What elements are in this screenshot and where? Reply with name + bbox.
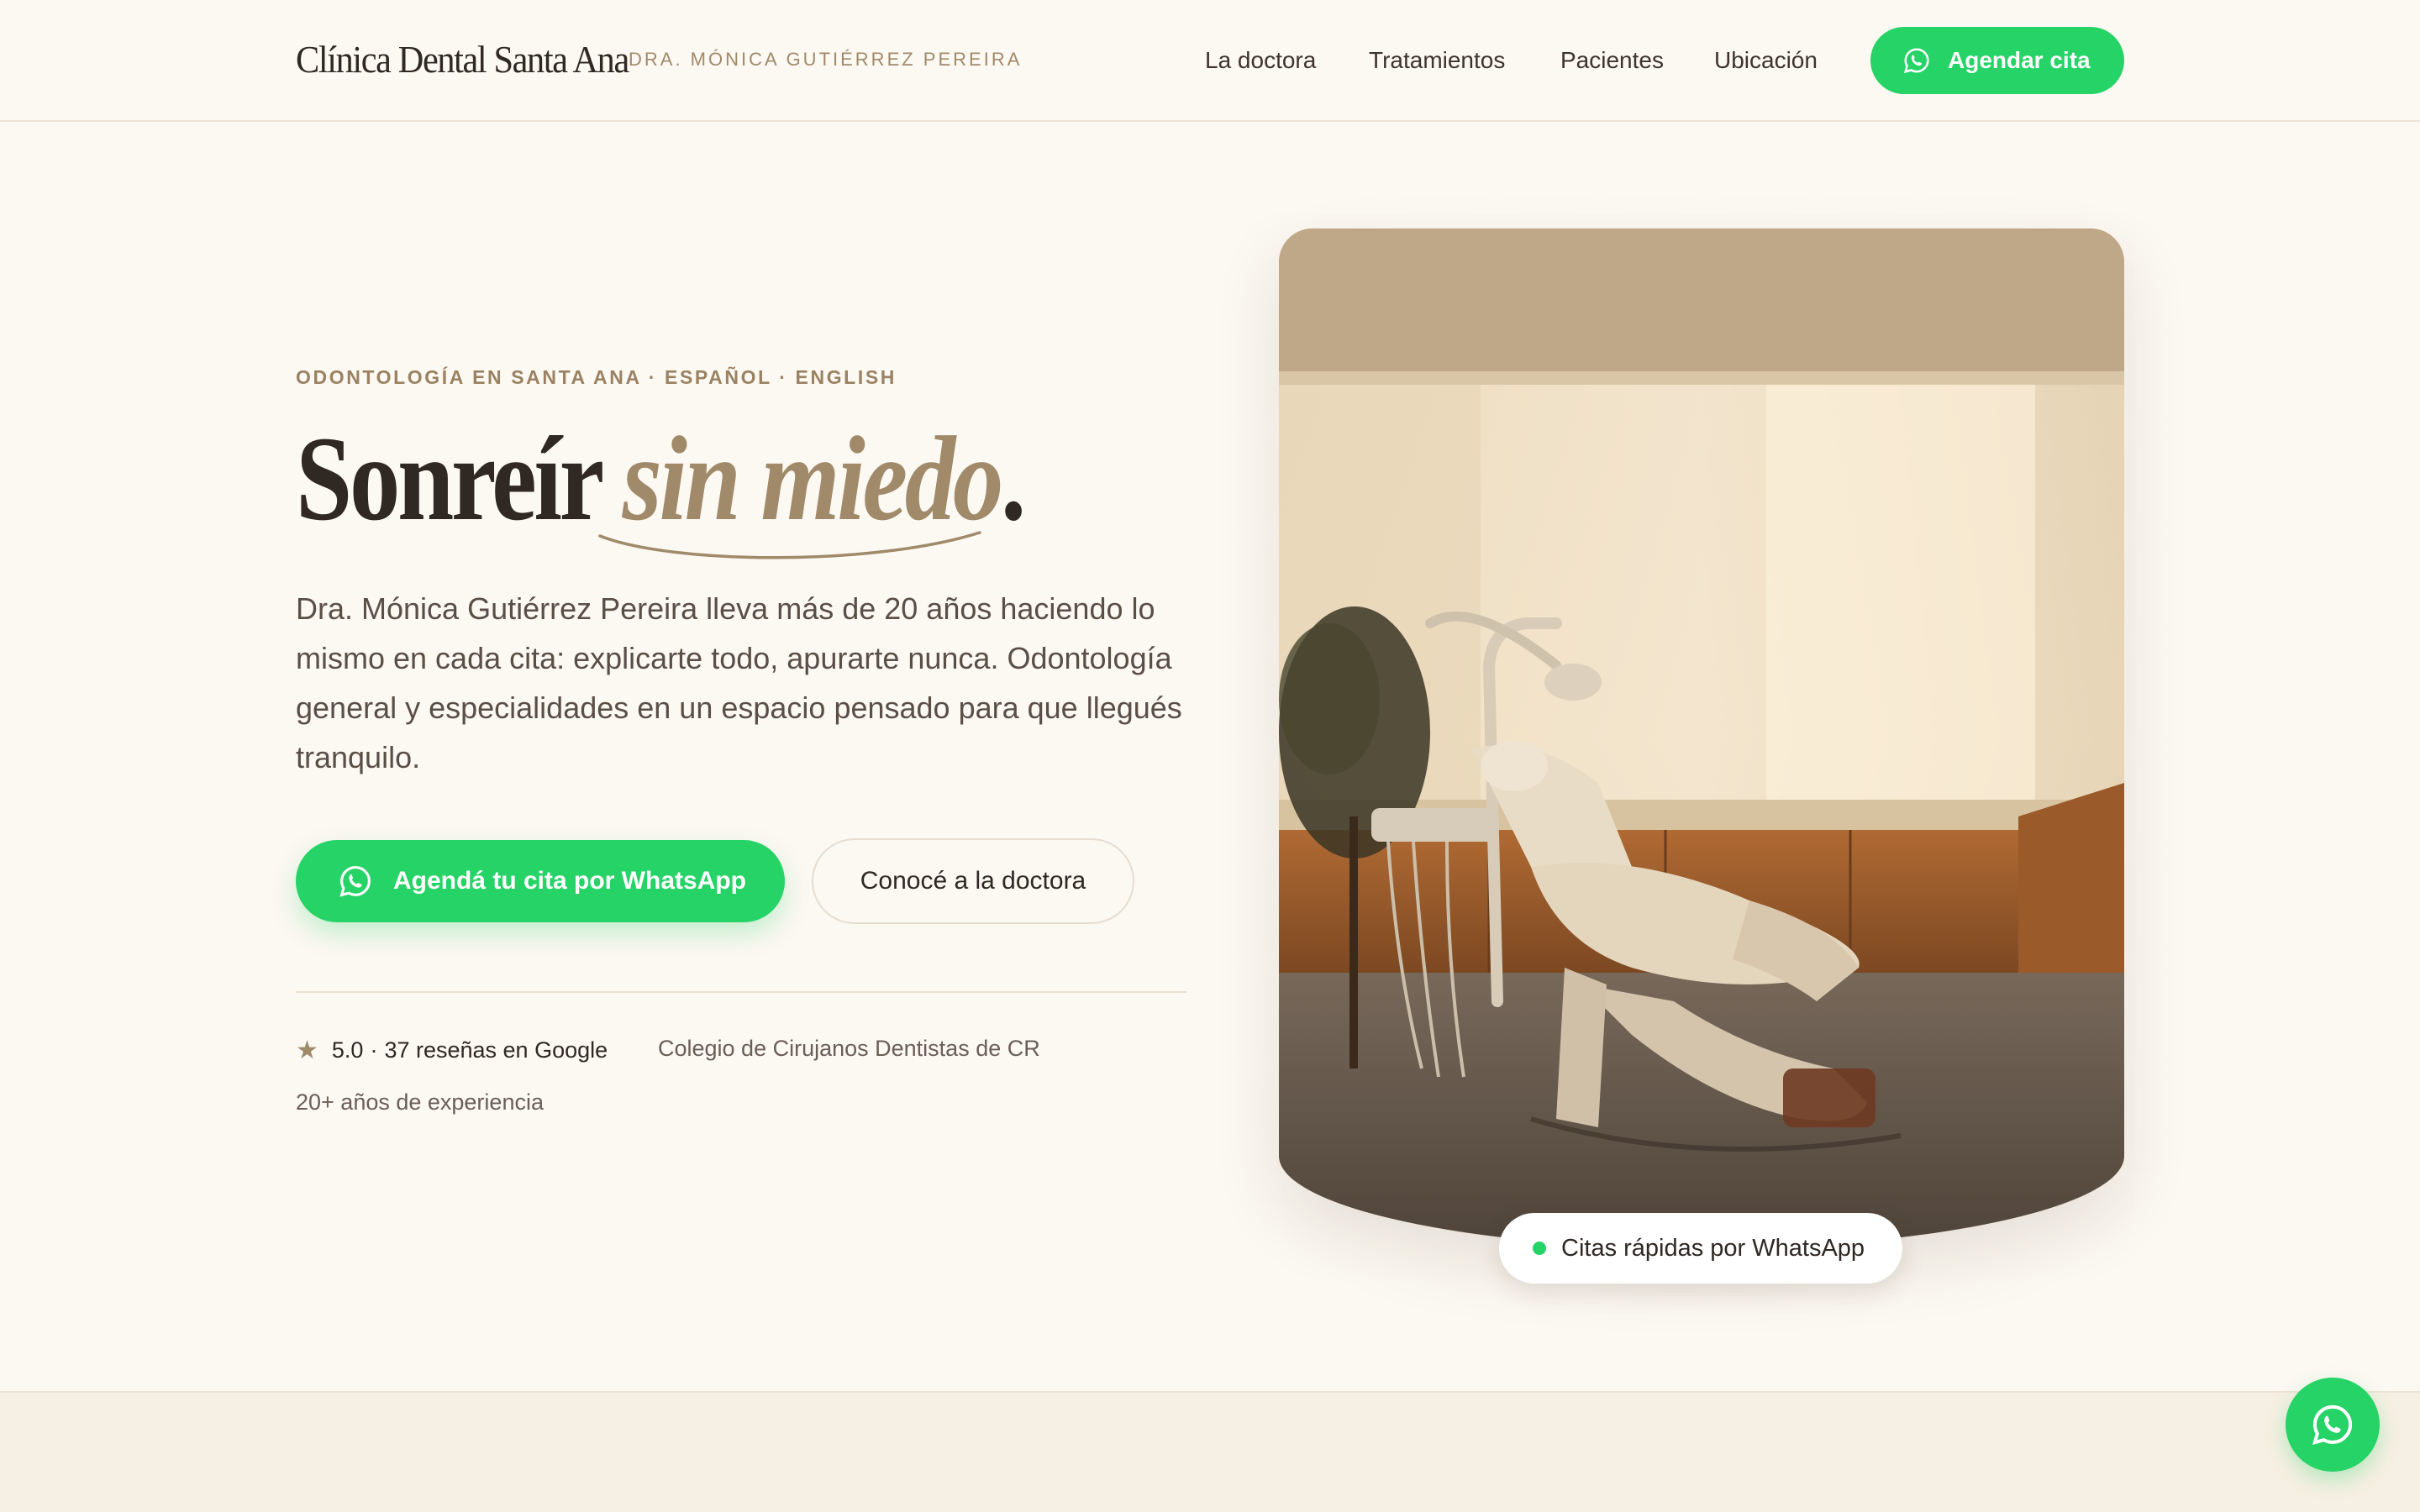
whatsapp-schedule-button[interactable]: Agendá tu cita por WhatsApp [296, 840, 785, 922]
brand-logo[interactable]: Clínica Dental Santa Ana [296, 37, 629, 81]
online-dot-icon [1533, 1242, 1546, 1255]
hero-eyebrow: ODONTOLOGÍA EN SANTA ANA · ESPAÑOL · ENG… [296, 366, 897, 388]
whatsapp-cta-label: Agendá tu cita por WhatsApp [393, 867, 746, 895]
whatsapp-icon [1903, 48, 1929, 74]
next-section-band [0, 1391, 2420, 1512]
nav-link-ubicacion[interactable]: Ubicación [1714, 47, 1818, 74]
meet-doctor-button[interactable]: Conocé a la doctora [812, 838, 1134, 924]
hero-title: Sonreír sin miedo. [296, 412, 1026, 546]
floating-whatsapp-button[interactable] [2286, 1378, 2380, 1472]
hero-divider [296, 991, 1186, 993]
trust-college: Colegio de Cirujanos Dentistas de CR [658, 1036, 1040, 1061]
hero-description: Dra. Mónica Gutiérrez Pereira lleva más … [296, 591, 1182, 774]
rating-separator: · [370, 1037, 378, 1063]
title-underline-swash [598, 531, 981, 559]
star-icon: ★ [296, 1037, 318, 1064]
google-rating: ★ 5.0 · 37 reseñas en Google [296, 1036, 608, 1065]
clinic-photo [1279, 228, 2124, 1248]
photo-badge: Citas rápidas por WhatsApp [1499, 1213, 1902, 1284]
header-cta-label: Agendar cita [1948, 47, 2091, 73]
nav-link-doctora[interactable]: La doctora [1205, 47, 1316, 74]
nav-link-tratamientos[interactable]: Tratamientos [1369, 47, 1505, 74]
trust-experience: 20+ años de experiencia [296, 1089, 544, 1115]
whatsapp-icon [339, 866, 371, 897]
photo-badge-label: Citas rápidas por WhatsApp [1561, 1234, 1865, 1262]
hero-title-accent: sin miedo [622, 412, 1004, 546]
rating-score: 5.0 [331, 1037, 364, 1063]
whatsapp-icon [2312, 1404, 2353, 1445]
hero-title-period: . [1000, 412, 1026, 546]
header-schedule-button[interactable]: Agendar cita [1870, 27, 2124, 94]
rating-reviews: 37 reseñas en Google [384, 1037, 608, 1063]
doctor-name: DRA. MÓNICA GUTIÉRREZ PEREIRA [629, 49, 1023, 70]
site-header: Clínica Dental Santa Ana DRA. MÓNICA GUT… [0, 0, 2420, 122]
hero-title-main: Sonreír [296, 412, 623, 546]
nav-link-pacientes[interactable]: Pacientes [1560, 47, 1664, 74]
dental-chair-illustration [1279, 228, 2124, 1248]
